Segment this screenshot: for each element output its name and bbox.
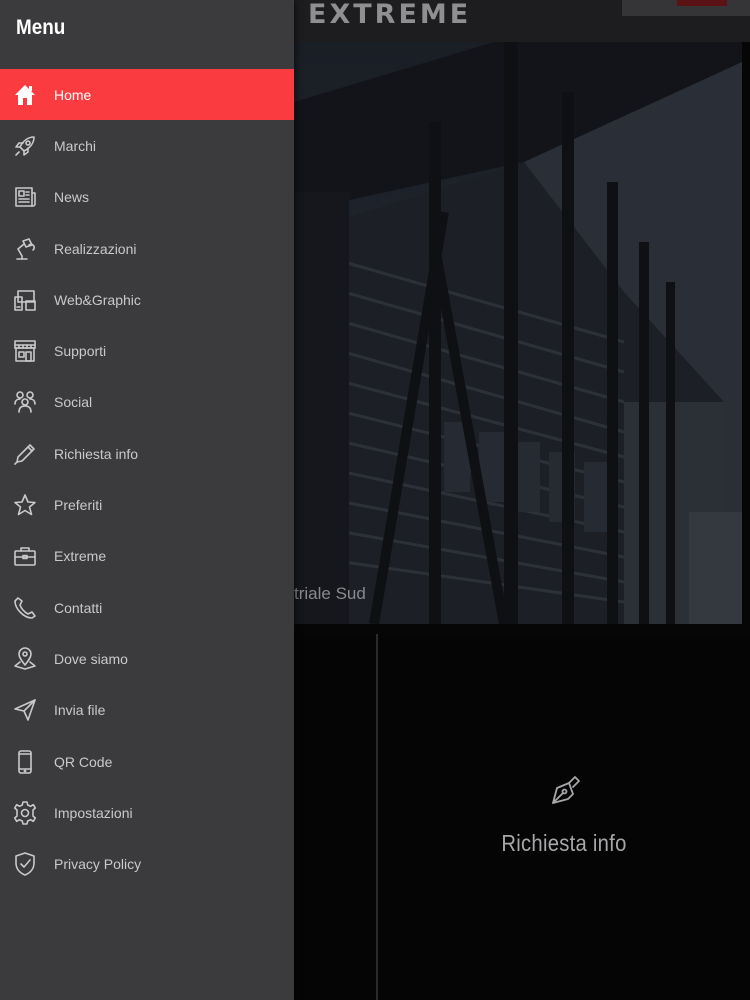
menu-item-label: Impostazioni xyxy=(54,804,133,821)
app-screen: EXTREME triale Sud Richiesta info Menu H… xyxy=(0,0,750,1000)
rocket-icon xyxy=(11,132,39,160)
menu-item-impostazioni[interactable]: Impostazioni xyxy=(0,787,294,838)
map-pin-icon xyxy=(11,645,39,673)
menu-item-web-graphic[interactable]: Web&Graphic xyxy=(0,274,294,325)
gear-icon xyxy=(11,799,39,827)
menu-item-label: Social xyxy=(54,394,93,411)
richiesta-info-label: Richiesta info xyxy=(501,830,627,856)
building-photo xyxy=(294,42,742,624)
menu-item-realizzazioni[interactable]: Realizzazioni xyxy=(0,223,294,274)
menu-title: Menu xyxy=(16,16,66,39)
brand-logo: EXTREME xyxy=(308,0,472,30)
devices-icon xyxy=(11,286,39,314)
menu-item-label: News xyxy=(54,189,90,206)
menu-item-label: Extreme xyxy=(54,548,107,565)
menu-item-privacy-policy[interactable]: Privacy Policy xyxy=(0,838,294,889)
menu-item-supporti[interactable]: Supporti xyxy=(0,325,294,376)
menu-item-label: Contatti xyxy=(54,599,103,616)
pencil-icon xyxy=(11,440,39,468)
menu-item-label: Richiesta info xyxy=(54,445,139,462)
top-banner-tile[interactable] xyxy=(622,0,750,16)
fountain-pen-icon xyxy=(552,776,580,804)
menu-item-home[interactable]: Home xyxy=(0,69,294,121)
menu-item-label: Web&Graphic xyxy=(54,291,141,308)
menu-item-contatti[interactable]: Contatti xyxy=(0,582,294,633)
menu-item-label: QR Code xyxy=(54,753,113,770)
menu-item-label: Supporti xyxy=(54,343,107,360)
smartphone-icon xyxy=(11,748,39,776)
menu-item-label: Dove siamo xyxy=(54,650,128,667)
menu-item-marchi[interactable]: Marchi xyxy=(0,120,294,171)
menu-item-label: Preferiti xyxy=(54,497,103,514)
menu-item-richiesta-info[interactable]: Richiesta info xyxy=(0,428,294,479)
menu-item-qr-code[interactable]: QR Code xyxy=(0,736,294,787)
menu-item-news[interactable]: News xyxy=(0,172,294,223)
send-icon xyxy=(11,696,39,724)
people-icon xyxy=(11,388,39,416)
star-icon xyxy=(11,491,39,519)
menu-item-invia-file[interactable]: Invia file xyxy=(0,685,294,736)
menu-item-extreme[interactable]: Extreme xyxy=(0,531,294,582)
menu-item-label: Marchi xyxy=(54,137,97,154)
storefront-icon xyxy=(11,337,39,365)
home-icon xyxy=(11,81,39,109)
menu-item-label: Privacy Policy xyxy=(54,856,142,873)
menu-list: Home Marchi News Realizzazioni Web&Graphic Su… xyxy=(0,69,294,890)
newspaper-icon xyxy=(11,183,39,211)
hero-caption: triale Sud xyxy=(294,584,366,603)
menu-item-dove-siamo[interactable]: Dove siamo xyxy=(0,633,294,684)
phone-icon xyxy=(11,594,39,622)
desk-lamp-icon xyxy=(11,235,39,263)
menu-item-label: Home xyxy=(54,86,92,103)
menu-item-label: Invia file xyxy=(54,702,106,719)
side-menu: Menu Home Marchi News Realizzazioni Web&Grap… xyxy=(0,0,294,1000)
hero-image[interactable] xyxy=(294,42,742,624)
menu-item-label: Realizzazioni xyxy=(54,240,137,257)
richiesta-info-tile[interactable]: Richiesta info xyxy=(378,634,750,1000)
briefcase-icon xyxy=(11,542,39,570)
menu-item-social[interactable]: Social xyxy=(0,377,294,428)
menu-item-preferiti[interactable]: Preferiti xyxy=(0,479,294,530)
shield-check-icon xyxy=(11,850,39,878)
